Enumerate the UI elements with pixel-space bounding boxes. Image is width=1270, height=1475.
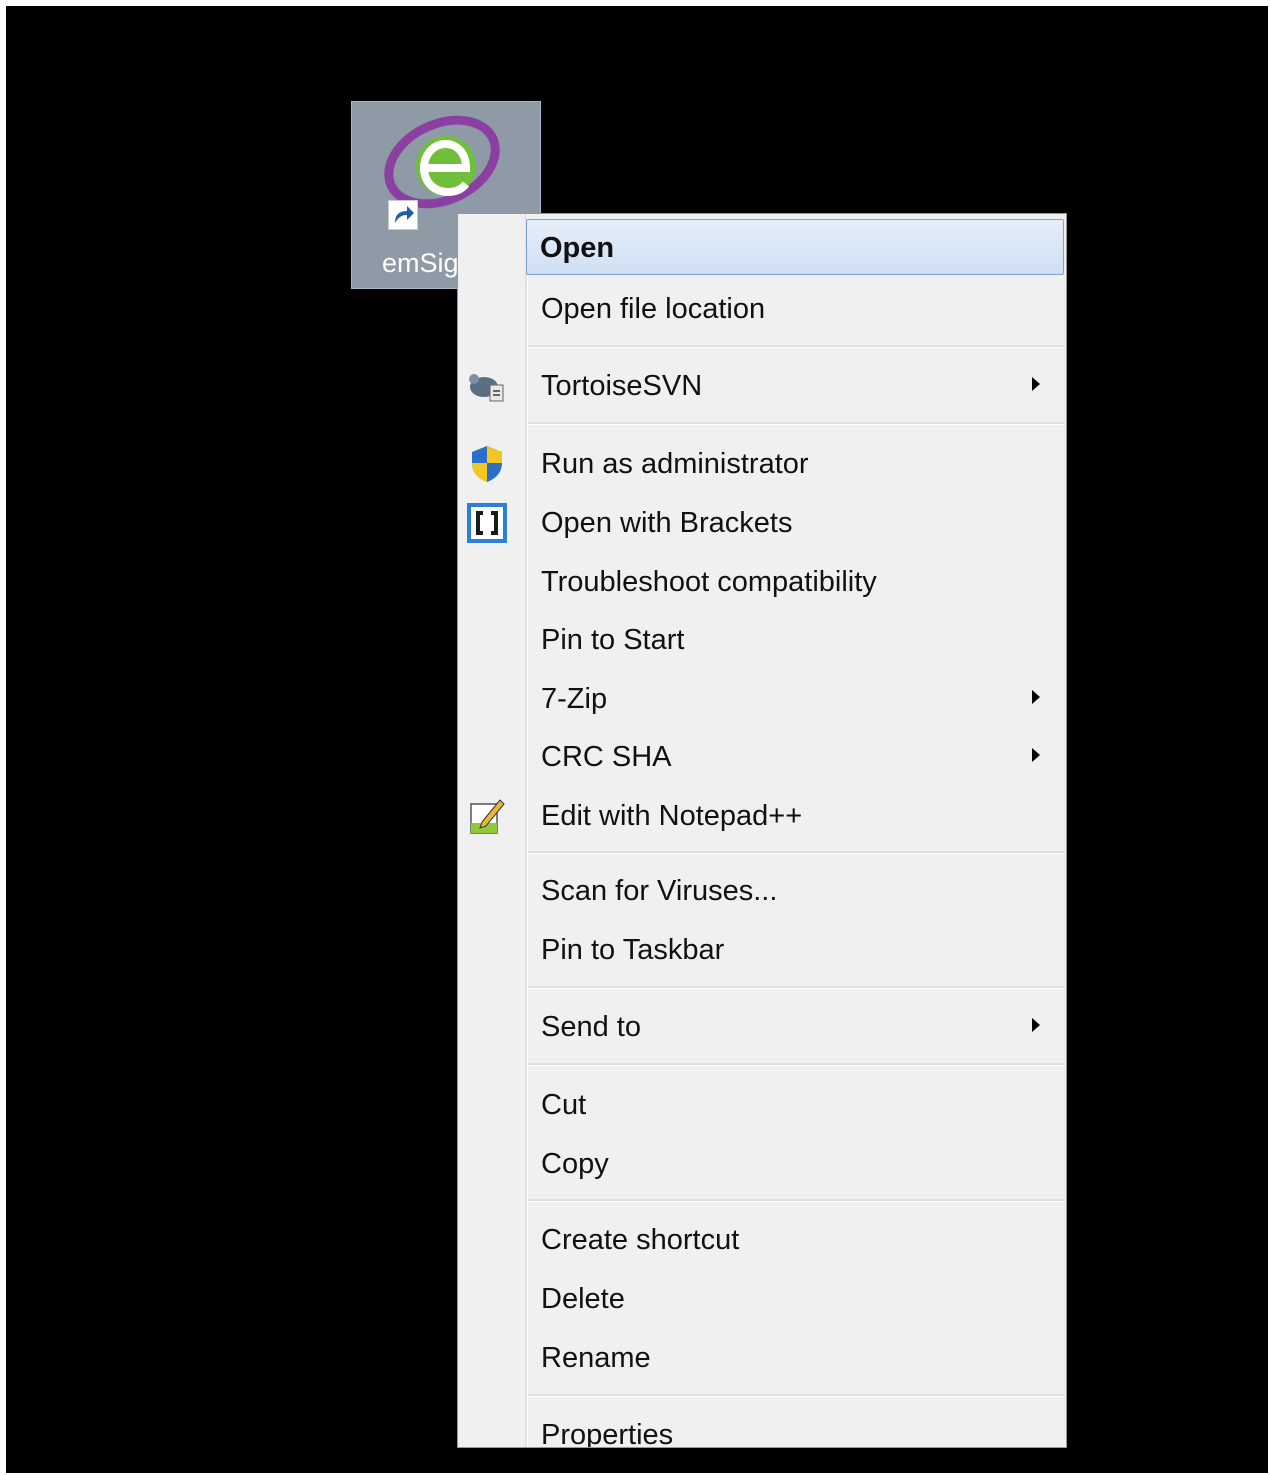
menu-separator — [528, 1394, 1064, 1397]
menu-label: Delete — [541, 1283, 625, 1315]
menu-separator — [528, 345, 1064, 348]
brackets-icon — [467, 503, 507, 543]
menu-item-edit-with-notepad-plus-plus[interactable]: Edit with Notepad++ — [460, 787, 1064, 843]
menu-item-create-shortcut[interactable]: Create shortcut — [460, 1211, 1064, 1267]
menu-item-send-to[interactable]: Send to — [460, 998, 1064, 1054]
submenu-arrow-icon — [1032, 690, 1040, 704]
menu-separator — [528, 1063, 1064, 1066]
menu-label: Properties — [541, 1419, 674, 1448]
menu-separator — [528, 986, 1064, 989]
uac-shield-icon — [472, 446, 502, 482]
menu-label: Run as administrator — [541, 448, 809, 480]
menu-item-open-with-brackets[interactable]: Open with Brackets — [460, 494, 1064, 550]
menu-label: Cut — [541, 1089, 587, 1121]
desktop-icon-label: emSig — [382, 248, 459, 278]
menu-label: Open — [540, 232, 615, 264]
submenu-arrow-icon — [1032, 1018, 1040, 1032]
menu-item-troubleshoot-compatibility[interactable]: Troubleshoot compatibility — [460, 553, 1064, 609]
tortoise-icon — [469, 374, 504, 402]
menu-item-properties[interactable]: Properties — [460, 1406, 1064, 1448]
menu-label: Create shortcut — [541, 1224, 740, 1256]
menu-item-rename[interactable]: Rename — [460, 1329, 1064, 1385]
submenu-arrow-icon — [1032, 748, 1040, 762]
menu-label: 7-Zip — [541, 683, 608, 715]
menu-label: Copy — [541, 1148, 609, 1180]
shortcut-arrow-icon — [388, 200, 418, 230]
menu-item-copy[interactable]: Copy — [460, 1135, 1064, 1191]
menu-label: Open file location — [541, 293, 766, 325]
menu-item-open[interactable]: Open — [526, 219, 1064, 275]
menu-item-crc-sha[interactable]: CRC SHA — [460, 728, 1064, 784]
menu-item-pin-to-taskbar[interactable]: Pin to Taskbar — [460, 921, 1064, 977]
menu-label: Send to — [541, 1011, 641, 1043]
context-menu: Open Open file location TortoiseSVN Run … — [457, 213, 1067, 1448]
menu-item-open-file-location[interactable]: Open file location — [460, 280, 1064, 336]
menu-label: Edit with Notepad++ — [541, 800, 803, 832]
notepad-plus-plus-icon — [470, 799, 505, 834]
menu-separator — [528, 851, 1064, 854]
menu-item-run-as-administrator[interactable]: Run as administrator — [460, 435, 1064, 491]
menu-label: Troubleshoot compatibility — [541, 566, 877, 598]
menu-label: Open with Brackets — [541, 507, 793, 539]
menu-label: Pin to Start — [541, 624, 685, 656]
menu-item-tortoisesvn[interactable]: TortoiseSVN — [460, 357, 1064, 413]
menu-label: Pin to Taskbar — [541, 934, 725, 966]
menu-label: Scan for Viruses... — [541, 875, 778, 907]
menu-separator — [528, 1199, 1064, 1202]
menu-separator — [528, 422, 1064, 425]
menu-item-delete[interactable]: Delete — [460, 1270, 1064, 1326]
menu-label: CRC SHA — [541, 741, 672, 773]
menu-label: Rename — [541, 1342, 651, 1374]
submenu-arrow-icon — [1032, 377, 1040, 391]
menu-item-7-zip[interactable]: 7-Zip — [460, 670, 1064, 726]
menu-item-pin-to-start[interactable]: Pin to Start — [460, 611, 1064, 667]
menu-item-scan-for-viruses[interactable]: Scan for Viruses... — [460, 862, 1064, 918]
menu-label: TortoiseSVN — [541, 370, 703, 402]
menu-item-cut[interactable]: Cut — [460, 1076, 1064, 1132]
